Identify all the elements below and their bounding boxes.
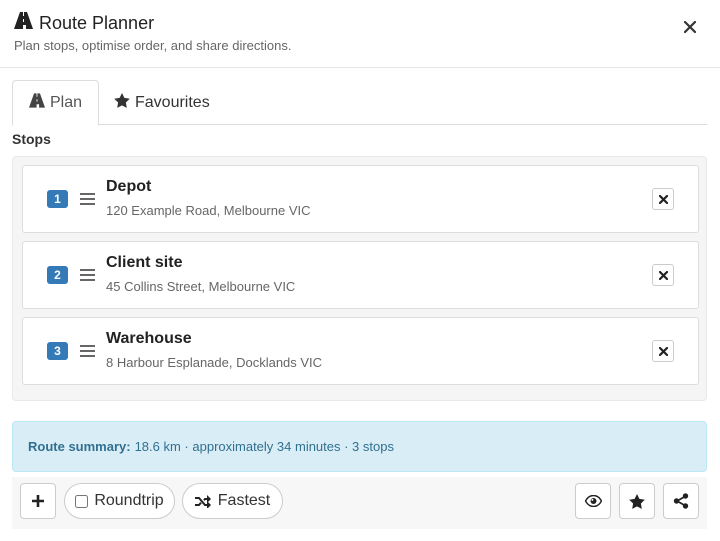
star-icon bbox=[114, 92, 135, 113]
save-favourite-button[interactable] bbox=[619, 483, 655, 519]
stop-number-badge: 1 bbox=[47, 190, 68, 208]
dialog-subtitle: Plan stops, optimise order, and share di… bbox=[14, 38, 292, 53]
roundtrip-checkbox[interactable] bbox=[75, 494, 89, 508]
remove-stop-button[interactable] bbox=[652, 264, 674, 286]
dialog-header: Route Planner Plan stops, optimise order… bbox=[0, 0, 720, 68]
drag-handle-icon[interactable] bbox=[80, 192, 95, 206]
road-icon bbox=[14, 12, 39, 34]
dialog-title: Route Planner bbox=[39, 13, 155, 33]
eye-icon bbox=[584, 495, 602, 507]
stops-list: 1 Depot 120 Example Road, Melbourne VIC … bbox=[12, 156, 707, 401]
stop-number-badge: 2 bbox=[47, 266, 68, 284]
plus-icon bbox=[31, 494, 45, 508]
share-icon bbox=[673, 493, 689, 509]
close-icon bbox=[658, 192, 668, 207]
summary-text: 18.6 km · approximately 34 minutes · 3 s… bbox=[134, 439, 394, 454]
route-planner-dialog: Route Planner Plan stops, optimise order… bbox=[0, 0, 720, 541]
drag-handle-icon[interactable] bbox=[80, 268, 95, 282]
stop-address: 120 Example Road, Melbourne VIC bbox=[106, 203, 311, 218]
tab-bar: Plan Favourites bbox=[12, 80, 707, 126]
close-icon bbox=[658, 268, 668, 283]
close-icon bbox=[658, 344, 668, 359]
stop-number-badge: 3 bbox=[47, 342, 68, 360]
roundtrip-toggle[interactable]: Roundtrip bbox=[64, 483, 175, 519]
close-button[interactable] bbox=[680, 17, 700, 39]
summary-label: Route summary: bbox=[28, 439, 131, 454]
drag-handle-icon[interactable] bbox=[80, 344, 95, 358]
tab-plan[interactable]: Plan bbox=[12, 80, 100, 126]
fastest-label: Fastest bbox=[217, 492, 271, 509]
stop-address: 8 Harbour Esplanade, Docklands VIC bbox=[106, 355, 323, 370]
close-icon bbox=[683, 20, 697, 36]
road-icon bbox=[29, 93, 50, 113]
star-icon bbox=[629, 493, 645, 509]
tab-label: Plan bbox=[50, 94, 83, 111]
roundtrip-label: Roundtrip bbox=[94, 492, 164, 509]
stop-name: Client site bbox=[106, 254, 183, 271]
stop-item[interactable]: 1 Depot 120 Example Road, Melbourne VIC bbox=[22, 165, 699, 233]
shuffle-icon bbox=[194, 494, 218, 508]
stop-address: 45 Collins Street, Melbourne VIC bbox=[106, 279, 296, 294]
route-summary: Route summary: 18.6 km · approximately 3… bbox=[12, 421, 707, 472]
stop-item[interactable]: 2 Client site 45 Collins Street, Melbour… bbox=[22, 241, 699, 309]
remove-stop-button[interactable] bbox=[652, 340, 674, 362]
share-button[interactable] bbox=[663, 483, 699, 519]
stop-name: Warehouse bbox=[106, 330, 192, 347]
tab-favourites[interactable]: Favourites bbox=[98, 80, 226, 125]
tab-label: Favourites bbox=[135, 93, 210, 111]
stop-name: Depot bbox=[106, 178, 152, 195]
title-row: Route Planner bbox=[14, 12, 154, 34]
fastest-optimise-button[interactable]: Fastest bbox=[182, 483, 283, 519]
add-stop-button[interactable] bbox=[20, 483, 56, 519]
preview-button[interactable] bbox=[575, 483, 611, 519]
stop-item[interactable]: 3 Warehouse 8 Harbour Esplanade, Docklan… bbox=[22, 317, 699, 385]
route-toolbar: Roundtrip Fastest bbox=[12, 477, 707, 529]
remove-stop-button[interactable] bbox=[652, 188, 674, 210]
stops-heading: Stops bbox=[12, 131, 51, 147]
